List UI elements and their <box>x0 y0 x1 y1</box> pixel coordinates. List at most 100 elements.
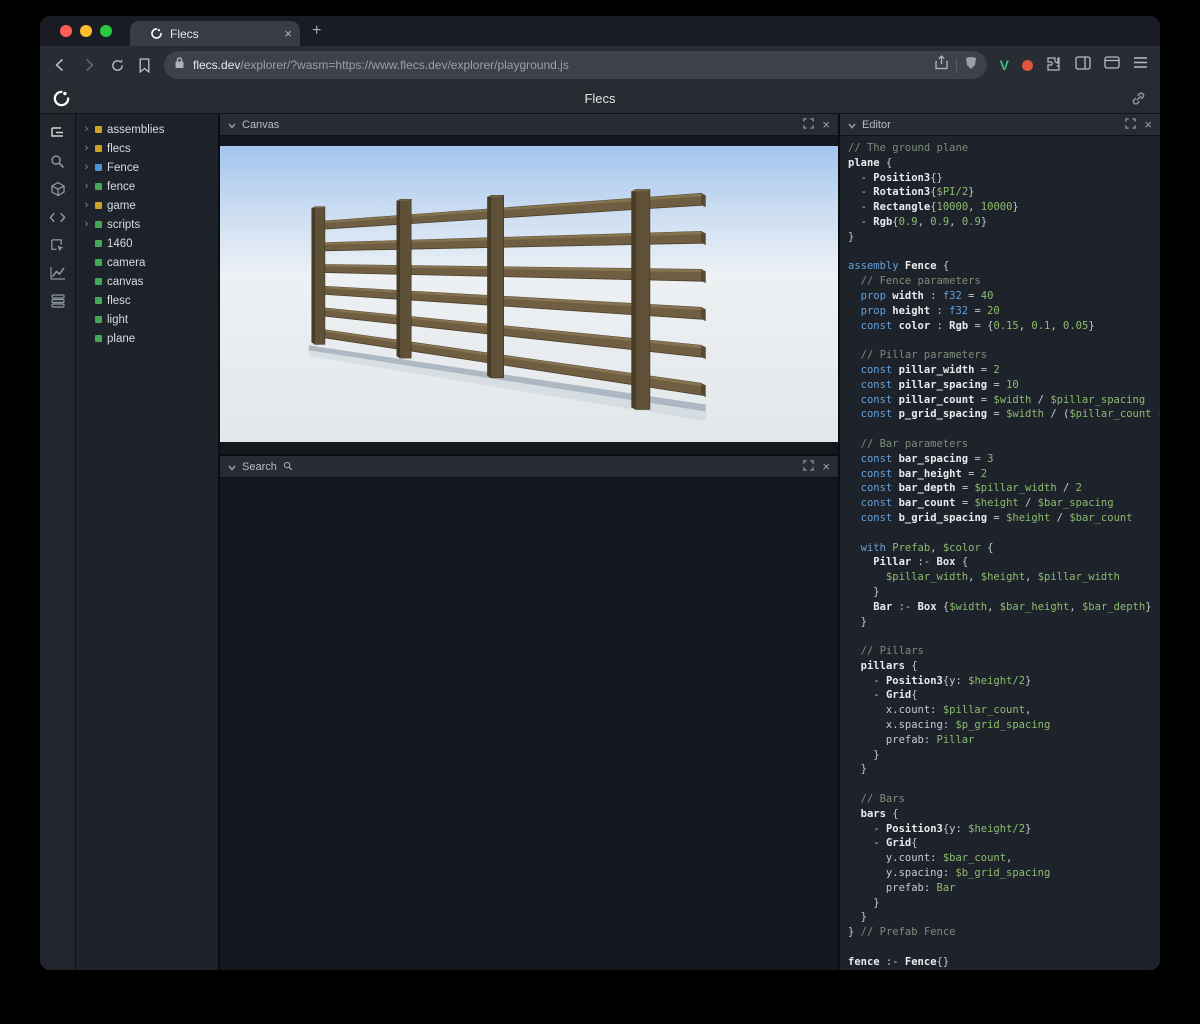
entity-name: canvas <box>107 276 143 288</box>
url-path: /explorer/?wasm=https://www.flecs.dev/ex… <box>240 58 568 72</box>
record-dot-icon[interactable] <box>1022 60 1033 71</box>
code-line: pillars { <box>848 659 1160 674</box>
code-line: const pillar_width = 2 <box>848 363 1160 378</box>
entity-name: scripts <box>107 219 140 231</box>
code-line <box>848 333 1160 348</box>
collapse-chevron-icon[interactable] <box>848 116 856 134</box>
charts-icon[interactable] <box>46 264 70 282</box>
tree-item-1460[interactable]: 1460 <box>76 234 218 253</box>
browser-tab-flecs[interactable]: Flecs × <box>130 21 300 46</box>
code-line: // Bar parameters <box>848 437 1160 452</box>
close-panel-icon[interactable]: × <box>822 118 830 131</box>
code-line: bars { <box>848 807 1160 822</box>
zoom-window-button[interactable] <box>100 25 112 37</box>
tree-item-canvas[interactable]: canvas <box>76 272 218 291</box>
expand-arrow-icon[interactable]: › <box>83 200 90 211</box>
code-editor[interactable]: // The ground planeplane { - Position3{}… <box>840 136 1160 970</box>
forward-button[interactable] <box>81 57 97 73</box>
expand-arrow-icon[interactable]: › <box>83 181 90 192</box>
bookmark-icon[interactable] <box>138 58 151 73</box>
entity-name: 1460 <box>107 238 133 250</box>
entity-kind-square <box>95 316 102 323</box>
expand-arrow-icon[interactable]: › <box>83 124 90 135</box>
collapse-chevron-icon[interactable] <box>228 116 236 134</box>
code-line: - Grid{ <box>848 688 1160 703</box>
vue-devtools-icon[interactable]: V <box>1000 57 1009 73</box>
tab-title: Flecs <box>170 27 277 41</box>
objects-cube-icon[interactable] <box>46 180 70 198</box>
code-line: const p_grid_spacing = $width / ($pillar… <box>848 407 1160 422</box>
tree-item-fence[interactable]: ›fence <box>76 177 218 196</box>
code-line: fence :- Fence{} <box>848 955 1160 970</box>
tree-item-plane[interactable]: plane <box>76 329 218 348</box>
fullscreen-icon[interactable] <box>803 458 814 476</box>
stats-rows-icon[interactable] <box>46 292 70 310</box>
expand-arrow-icon[interactable]: › <box>83 162 90 173</box>
code-line <box>848 777 1160 792</box>
share-icon[interactable] <box>935 55 948 75</box>
code-line: const pillar_count = $width / $pillar_sp… <box>848 393 1160 408</box>
search-tool-icon[interactable] <box>46 152 70 170</box>
close-window-button[interactable] <box>60 25 72 37</box>
code-line <box>848 629 1160 644</box>
code-line: } <box>848 748 1160 763</box>
fullscreen-icon[interactable] <box>1125 116 1136 134</box>
side-panel-icon[interactable] <box>1075 56 1091 75</box>
tree-item-assemblies[interactable]: ›assemblies <box>76 120 218 139</box>
entity-name: flecs <box>107 143 131 155</box>
code-line: - Position3{y: $height/2} <box>848 674 1160 689</box>
center-column: Canvas × <box>220 114 840 970</box>
address-bar[interactable]: flecs.dev/explorer/?wasm=https://www.fle… <box>164 51 987 79</box>
code-line: prop height : f32 = 20 <box>848 304 1160 319</box>
tree-item-scripts[interactable]: › scripts <box>76 215 218 234</box>
code-line: Pillar :- Box { <box>848 555 1160 570</box>
tab-close-icon[interactable]: × <box>284 26 292 41</box>
tree-item-camera[interactable]: camera <box>76 253 218 272</box>
code-line: - Rgb{0.9, 0.9, 0.9} <box>848 215 1160 230</box>
code-line: const bar_depth = $pillar_width / 2 <box>848 481 1160 496</box>
entity-name: plane <box>107 333 135 345</box>
minimize-window-button[interactable] <box>80 25 92 37</box>
back-button[interactable] <box>52 57 68 73</box>
code-tool-icon[interactable] <box>46 208 70 226</box>
close-panel-icon[interactable]: × <box>822 460 830 473</box>
collapse-chevron-icon[interactable] <box>228 458 236 476</box>
tree-item-flecs[interactable]: › flecs <box>76 139 218 158</box>
code-line: Bar :- Box {$width, $bar_height, $bar_de… <box>848 600 1160 615</box>
panel-title: Canvas <box>242 119 279 131</box>
inspect-cursor-icon[interactable] <box>46 236 70 254</box>
app-header: Flecs <box>40 84 1160 114</box>
extensions-puzzle-icon[interactable] <box>1046 55 1062 76</box>
entity-kind-square <box>95 259 102 266</box>
expand-arrow-icon[interactable]: › <box>83 219 90 230</box>
code-line: - Position3{} <box>848 171 1160 186</box>
entity-tree-icon[interactable] <box>46 124 70 142</box>
tree-item-light[interactable]: light <box>76 310 218 329</box>
code-line: } <box>848 230 1160 245</box>
tree-item-flesc[interactable]: flesc <box>76 291 218 310</box>
code-line: const pillar_spacing = 10 <box>848 378 1160 393</box>
toolbar-separator <box>956 58 957 73</box>
brave-shield-icon[interactable] <box>965 56 977 75</box>
code-line <box>848 422 1160 437</box>
3d-viewport[interactable] <box>220 136 838 454</box>
code-line: $pillar_width, $height, $pillar_width <box>848 570 1160 585</box>
browser-toolbar: flecs.dev/explorer/?wasm=https://www.fle… <box>40 46 1160 84</box>
close-panel-icon[interactable]: × <box>1144 118 1152 131</box>
tool-rail <box>40 114 76 970</box>
code-line: prefab: Bar <box>848 881 1160 896</box>
new-tab-button[interactable]: + <box>312 22 321 40</box>
panel-title: Search <box>242 461 277 473</box>
code-line: x.spacing: $p_grid_spacing <box>848 718 1160 733</box>
wallet-card-icon[interactable] <box>1104 56 1120 74</box>
fullscreen-icon[interactable] <box>803 116 814 134</box>
menu-icon[interactable] <box>1133 56 1148 74</box>
code-line: - Rotation3{$PI/2} <box>848 185 1160 200</box>
lock-icon <box>174 56 185 74</box>
tab-bar: Flecs × + <box>40 16 1160 46</box>
tree-item-game[interactable]: ›game <box>76 196 218 215</box>
expand-arrow-icon[interactable]: › <box>83 143 90 154</box>
tree-item-Fence[interactable]: ›Fence <box>76 158 218 177</box>
reload-button[interactable] <box>110 58 125 73</box>
code-line: y.spacing: $b_grid_spacing <box>848 866 1160 881</box>
